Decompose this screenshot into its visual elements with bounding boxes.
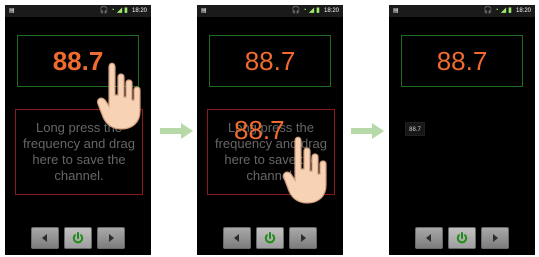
previous-button[interactable]	[415, 227, 443, 249]
status-icons: 🎧 ◔ ◢ ▮ 18:20	[484, 5, 531, 17]
save-instruction-line-4: channel.	[54, 168, 104, 183]
power-button[interactable]	[448, 227, 476, 249]
controls-bar	[5, 227, 151, 249]
notification-icon: ▤	[201, 8, 207, 14]
controls-bar	[197, 227, 343, 249]
power-icon	[72, 232, 84, 244]
power-icon	[264, 232, 276, 244]
power-button[interactable]	[64, 227, 92, 249]
wifi-icon: ◔	[494, 7, 499, 14]
right-arrow-icon	[160, 123, 193, 139]
chevron-left-icon	[234, 234, 239, 242]
signal-icon: ◢	[116, 7, 123, 14]
battery-icon: ▮	[508, 7, 512, 14]
power-button[interactable]	[256, 227, 284, 249]
frequency-value[interactable]: 88.7	[245, 48, 296, 74]
phone-screen-3: ▤ 🎧 ◔ ◢ ▮ 18:20 88.7 88.7	[389, 5, 535, 255]
frequency-value[interactable]: 88.7	[437, 48, 488, 74]
notification-icon: ▤	[393, 8, 399, 14]
status-time: 18:20	[131, 8, 147, 14]
chevron-left-icon	[42, 234, 47, 242]
controls-bar	[389, 227, 535, 249]
status-time: 18:20	[515, 8, 531, 14]
right-arrow-icon	[351, 123, 384, 139]
next-button[interactable]	[289, 227, 317, 249]
frequency-display[interactable]: 88.7	[401, 35, 523, 87]
frequency-value[interactable]: 88.7	[53, 48, 104, 74]
status-time: 18:20	[323, 8, 339, 14]
save-instruction-line-1: Long press the	[35, 120, 122, 135]
save-instruction-line-2: frequency and drag	[22, 136, 136, 151]
signal-icon: ◢	[500, 7, 507, 14]
battery-icon: ▮	[124, 7, 128, 14]
previous-button[interactable]	[223, 227, 251, 249]
save-instruction-line-3: here to save the	[32, 152, 126, 167]
status-bar: ▤ 🎧 ◔ ◢ ▮ 18:20	[389, 5, 535, 17]
next-button[interactable]	[97, 227, 125, 249]
save-instructions: Long press the frequency and drag here t…	[23, 120, 135, 184]
wifi-icon: ◔	[302, 7, 307, 14]
headset-icon: 🎧	[99, 7, 109, 14]
save-instruction-line-4: channel.	[246, 168, 296, 183]
headset-icon: 🎧	[291, 7, 301, 14]
phone-screen-2: ▤ 🎧 ◔ ◢ ▮ 18:20 88.7 Long press the freq…	[197, 5, 343, 255]
next-button[interactable]	[481, 227, 509, 249]
signal-icon: ◢	[308, 7, 315, 14]
frequency-display[interactable]: 88.7	[17, 35, 139, 87]
previous-button[interactable]	[31, 227, 59, 249]
power-icon	[456, 232, 468, 244]
chevron-left-icon	[426, 234, 431, 242]
save-channel-area[interactable]: Long press the frequency and drag here t…	[15, 109, 143, 195]
status-bar: ▤ 🎧 ◔ ◢ ▮ 18:20	[5, 5, 151, 17]
status-icons: 🎧 ◔ ◢ ▮ 18:20	[100, 5, 147, 17]
frequency-display[interactable]: 88.7	[209, 35, 331, 87]
headset-icon: 🎧	[483, 7, 493, 14]
chevron-right-icon	[493, 234, 498, 242]
save-instruction-line-3: here to save the	[224, 152, 318, 167]
radio-tutorial-stage: ▤ 🎧 ◔ ◢ ▮ 18:20 88.7 Long press the freq…	[0, 0, 539, 257]
notification-icon: ▤	[9, 8, 15, 14]
wifi-icon: ◔	[110, 7, 115, 14]
dragged-frequency[interactable]: 88.7	[234, 117, 285, 143]
saved-channel-chip[interactable]: 88.7	[405, 122, 425, 136]
status-icons: 🎧 ◔ ◢ ▮ 18:20	[292, 5, 339, 17]
phone-screen-1: ▤ 🎧 ◔ ◢ ▮ 18:20 88.7 Long press the freq…	[5, 5, 151, 255]
battery-icon: ▮	[316, 7, 320, 14]
chevron-right-icon	[301, 234, 306, 242]
chevron-right-icon	[109, 234, 114, 242]
status-bar: ▤ 🎧 ◔ ◢ ▮ 18:20	[197, 5, 343, 17]
